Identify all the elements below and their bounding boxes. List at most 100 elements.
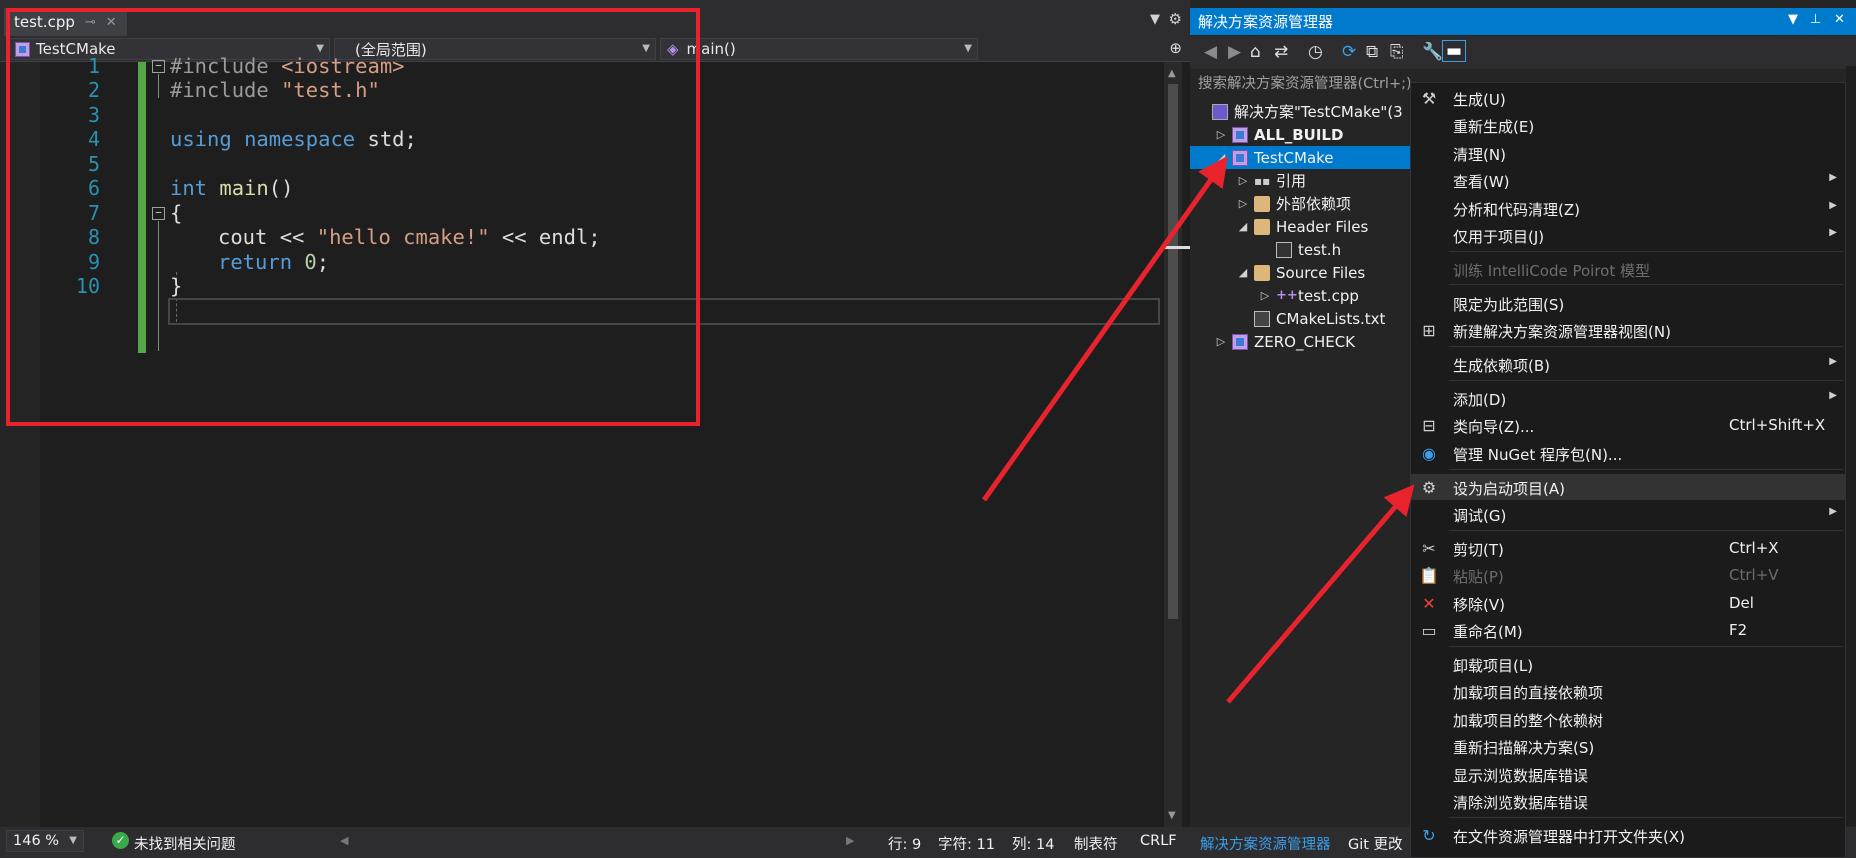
preview-icon[interactable]: ▬ [1442,40,1467,62]
header-file-icon [1276,241,1292,258]
menu-item-build-deps[interactable]: 生成依赖项(B) ▶ [1411,351,1845,377]
tree-item-cmakelists[interactable]: CMakeLists.txt [1190,307,1410,330]
expand-icon[interactable]: ▷ [1236,197,1250,210]
tab-overflow-icon[interactable]: ▼ [1150,12,1160,27]
collapse-icon[interactable]: ◢ [1214,151,1228,164]
scroll-up-icon[interactable]: ▲ [1168,68,1176,79]
right-edge-panel [1846,66,1856,826]
project-icon [1232,333,1248,350]
menu-item-cut[interactable]: ✂ 剪切(T) Ctrl+X [1411,535,1845,561]
collapse-icon[interactable]: ◢ [1236,220,1250,233]
collapse-icon[interactable]: ◢ [1236,266,1250,279]
scroll-left-icon[interactable]: ◀ [340,834,348,847]
menu-item-load-direct-deps[interactable]: 加载项目的直接依赖项 [1411,678,1845,704]
scroll-position-marker [1164,246,1190,249]
menu-item-rename[interactable]: ▭ 重命名(M) F2 [1411,617,1845,643]
tree-item-references[interactable]: ▷ ▪▪ 引用 [1190,169,1410,192]
solution-explorer-title-bar: 解决方案资源管理器 ▼ ⊥ ✕ [1190,8,1856,35]
tab-git-changes[interactable]: Git 更改 [1342,831,1409,855]
menu-item-open-in-explorer[interactable]: ↻ 在文件资源管理器中打开文件夹(X) [1411,822,1845,848]
back-icon[interactable]: ◀ [1204,42,1217,62]
line-ending-indicator[interactable]: CRLF [1140,833,1177,849]
vertical-scrollbar[interactable]: ▲ ▼ [1164,62,1182,827]
tree-item-solution[interactable]: 解决方案"TestCMake"(3 [1190,100,1410,123]
menu-item-set-startup-project[interactable]: ⚙ 设为启动项目(A) [1411,474,1845,500]
tree-item-all-build[interactable]: ▷ ALL_BUILD [1190,123,1410,146]
menu-item-show-db-errors[interactable]: 显示浏览数据库错误 [1411,761,1845,787]
tree-item-external-deps[interactable]: ▷ 外部依赖项 [1190,192,1410,215]
menu-item-clean[interactable]: 清理(N) [1411,140,1845,166]
menu-item-build[interactable]: ⚒ 生成(U) [1411,85,1845,111]
gear-icon[interactable]: ⚙ [1169,10,1182,28]
menu-item-rescan-solution[interactable]: 重新扫描解决方案(S) [1411,733,1845,759]
menu-item-manage-nuget[interactable]: ◉ 管理 NuGet 程序包(N)... [1411,440,1845,466]
split-window-icon[interactable]: ⊕ [1169,39,1182,57]
menu-item-remove[interactable]: ✕ 移除(V) Del [1411,590,1845,616]
tree-item-testcmake[interactable]: ◢ TestCMake [1190,146,1410,169]
scrollbar-thumb[interactable] [1168,84,1178,619]
expand-icon[interactable]: ▷ [1236,174,1250,187]
menu-item-class-wizard[interactable]: ⊟ 类向导(Z)... Ctrl+Shift+X [1411,412,1845,438]
expand-icon[interactable]: ▷ [1214,335,1228,348]
menu-item-scope-to-this[interactable]: 限定为此范围(S) [1411,290,1845,316]
pending-changes-icon[interactable]: ◷ [1308,42,1323,62]
folder-icon [1254,218,1270,235]
chevron-down-icon: ▼ [964,43,972,54]
editor-status-bar: 146 % ▼ ✓ 未找到相关问题 ◀ ▶ 行: 9 字符: 11 列: 14 … [0,827,1190,858]
project-icon [1232,126,1248,143]
solution-explorer-search[interactable]: 搜索解决方案资源管理器(Ctrl+;) [1198,72,1434,94]
tab-solution-explorer[interactable]: 解决方案资源管理器 [1194,831,1337,855]
folder-icon [1254,264,1270,281]
menu-separator [1449,251,1843,252]
menu-item-debug[interactable]: 调试(G) ▶ [1411,501,1845,527]
menu-separator [1449,469,1843,470]
solution-explorer-title: 解决方案资源管理器 [1198,13,1334,31]
cpp-file-icon: ++ [1276,287,1298,303]
sync-icon[interactable]: ⟳ [1342,42,1356,62]
class-wizard-icon: ⊟ [1422,416,1436,435]
forward-icon[interactable]: ▶ [1228,42,1241,62]
properties-icon[interactable]: 🔧 [1422,42,1443,62]
submenu-arrow-icon: ▶ [1829,506,1837,517]
submenu-arrow-icon: ▶ [1829,390,1837,401]
member-dropdown[interactable]: ◈ main() ▼ [660,38,978,60]
expand-icon[interactable]: ▷ [1258,289,1272,302]
menu-item-project-only[interactable]: 仅用于项目(J) ▶ [1411,222,1845,248]
menu-item-rebuild[interactable]: 重新生成(E) [1411,112,1845,138]
window-menu-icon[interactable]: ▼ [1788,12,1798,27]
scroll-down-icon[interactable]: ▼ [1168,810,1176,821]
issues-status[interactable]: 未找到相关问题 [134,833,236,854]
menu-item-clear-db-errors[interactable]: 清除浏览数据库错误 [1411,788,1845,814]
menu-item-view[interactable]: 查看(W) ▶ [1411,167,1845,193]
home-icon[interactable]: ⌂ [1250,42,1261,62]
close-icon[interactable]: ✕ [1834,12,1845,27]
menu-item-load-dep-tree[interactable]: 加载项目的整个依赖树 [1411,706,1845,732]
tree-item-source-files[interactable]: ◢ Source Files [1190,261,1410,284]
gear-icon: ⚙ [1421,478,1437,497]
menu-item-unload-project[interactable]: 卸载项目(L) [1411,651,1845,677]
scroll-right-icon[interactable]: ▶ [846,834,854,847]
menu-separator [1449,346,1843,347]
tree-item-test-cpp[interactable]: ▷ ++ test.cpp [1190,284,1410,307]
tree-item-header-files[interactable]: ◢ Header Files [1190,215,1410,238]
line-indicator: 行: 9 [888,837,922,853]
expand-icon[interactable]: ▷ [1214,128,1228,141]
menu-separator [1449,646,1843,647]
zoom-dropdown[interactable]: 146 % ▼ [6,830,84,852]
menu-item-new-view[interactable]: ⊞ 新建解决方案资源管理器视图(N) [1411,317,1845,343]
pin-icon[interactable]: ⊥ [1810,12,1821,27]
menu-item-analyze[interactable]: 分析和代码清理(Z) ▶ [1411,195,1845,221]
menu-item-add[interactable]: 添加(D) ▶ [1411,385,1845,411]
project-icon [1232,149,1248,166]
show-all-files-icon[interactable]: ⎘ [1390,42,1404,62]
collapse-all-icon[interactable]: ⧉ [1366,42,1378,62]
tree-item-test-h[interactable]: test.h [1190,238,1410,261]
nuget-icon: ◉ [1422,444,1436,463]
zoom-value: 146 % [13,833,60,849]
tree-item-zero-check[interactable]: ▷ ZERO_CHECK [1190,330,1410,353]
scissors-icon: ✂ [1422,539,1436,558]
switch-view-icon[interactable]: ⇄ [1274,42,1288,62]
open-folder-icon: ↻ [1422,826,1436,845]
tabs-indicator[interactable]: 制表符 [1074,833,1118,854]
char-indicator: 字符: 11 [938,837,995,853]
